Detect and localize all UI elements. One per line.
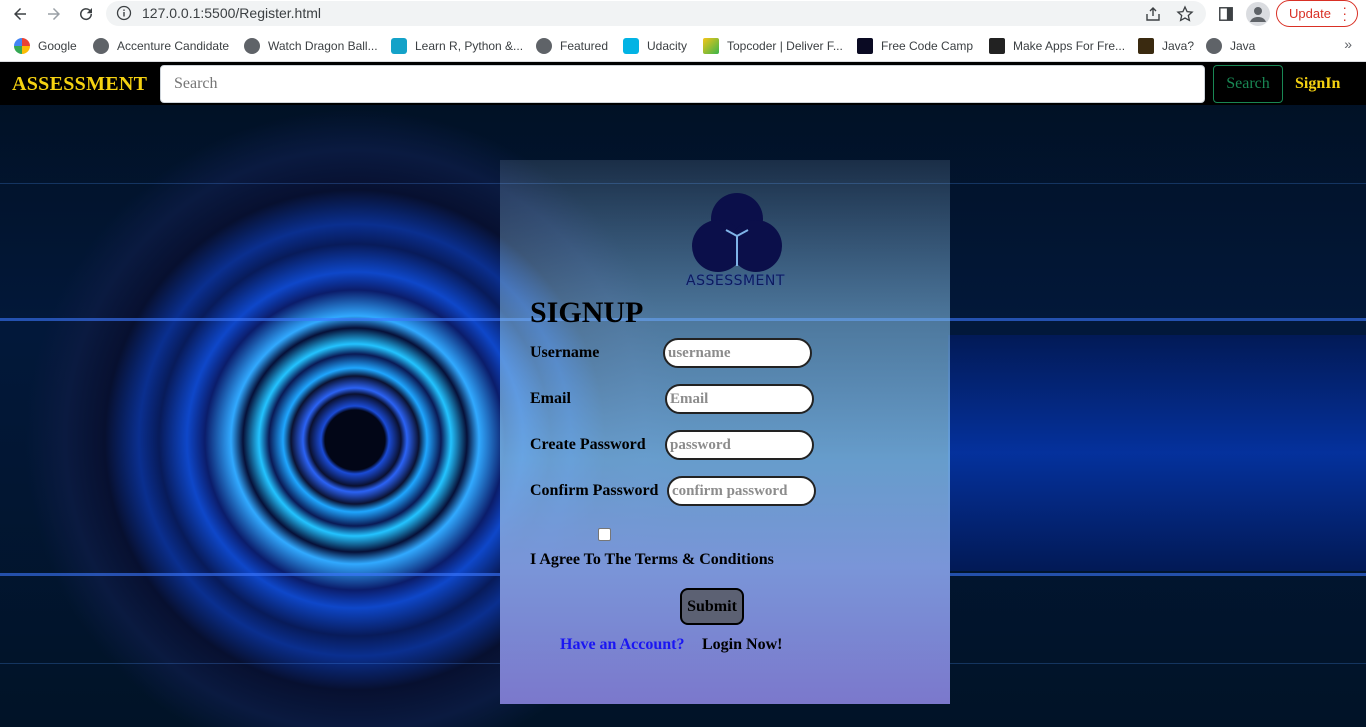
top-navbar: ASSESSMENT Search SignIn	[0, 63, 1366, 105]
have-account-link[interactable]: Have an Account?	[560, 636, 684, 654]
bookmark-label: Google	[38, 39, 77, 53]
create-password-label: Create Password	[530, 436, 646, 453]
bookmark-star-icon[interactable]	[1176, 5, 1194, 23]
bookmark-java-q[interactable]: Java?	[1138, 37, 1194, 55]
circuit-board-graphic	[948, 335, 1366, 571]
bookmark-make-apps[interactable]: Make Apps For Fre...	[989, 37, 1125, 55]
info-icon[interactable]	[116, 5, 132, 21]
bookmark-label: Udacity	[647, 39, 688, 53]
reload-icon[interactable]	[74, 3, 98, 25]
back-icon[interactable]	[8, 3, 32, 25]
update-label: Update	[1289, 6, 1331, 21]
bookmark-label: Topcoder | Deliver F...	[727, 39, 843, 53]
confirm-password-field[interactable]	[667, 476, 816, 506]
terms-checkbox[interactable]	[598, 528, 611, 541]
terms-label: I Agree To The Terms & Conditions	[530, 551, 774, 568]
update-button[interactable]: Update · · ·	[1276, 0, 1358, 27]
bookmarks-bar: Google Accenture Candidate Watch Dragon …	[0, 28, 1366, 62]
globe-icon	[93, 38, 109, 54]
logo-text: ASSESSMENT	[686, 273, 785, 289]
page-title: SIGNUP	[530, 296, 644, 329]
bookmark-google[interactable]: Google	[14, 37, 77, 55]
appinventor-icon	[989, 38, 1005, 54]
page-background: ASSESSMENT Search SignIn ASSESSMENT SIGN…	[0, 63, 1366, 727]
login-now-link[interactable]: Login Now!	[702, 636, 782, 654]
bookmark-label: Learn R, Python &...	[415, 39, 524, 53]
address-bar[interactable]: 127.0.0.1:5500/Register.html	[106, 1, 1206, 26]
bookmark-accenture[interactable]: Accenture Candidate	[93, 37, 229, 55]
username-label: Username	[530, 344, 600, 361]
bookmark-label: Java?	[1162, 39, 1195, 53]
bookmark-freecodecamp[interactable]: Free Code Camp	[857, 37, 973, 55]
share-icon[interactable]	[1144, 5, 1162, 23]
username-field[interactable]	[663, 338, 812, 368]
email-label: Email	[530, 390, 571, 407]
more-vert-icon[interactable]: · · ·	[1342, 0, 1347, 26]
side-panel-icon[interactable]	[1216, 4, 1236, 24]
globe-icon	[1206, 38, 1222, 54]
shield-icon	[391, 38, 407, 54]
signup-panel: ASSESSMENT SIGNUP Username Email Create …	[500, 160, 950, 704]
email-field[interactable]	[665, 384, 814, 414]
bookmark-label: Java	[1230, 39, 1256, 53]
bookmark-featured[interactable]: Featured	[536, 37, 608, 55]
bookmark-java[interactable]: Java	[1206, 37, 1255, 55]
profile-avatar-icon[interactable]	[1246, 2, 1270, 26]
google-icon	[14, 38, 30, 54]
globe-icon	[536, 38, 552, 54]
brand-logo[interactable]: ASSESSMENT	[12, 73, 147, 96]
confirm-password-label: Confirm Password	[530, 482, 659, 499]
bookmark-label: Featured	[560, 39, 609, 53]
bookmark-topcoder[interactable]: Topcoder | Deliver F...	[703, 37, 843, 55]
submit-button[interactable]: Submit	[680, 588, 744, 625]
signin-link[interactable]: SignIn	[1295, 75, 1340, 93]
search-input[interactable]	[160, 65, 1205, 103]
bookmark-learn-r[interactable]: Learn R, Python &...	[391, 37, 523, 55]
bookmark-label: Free Code Camp	[881, 39, 974, 53]
java-icon	[1138, 38, 1154, 54]
freecodecamp-icon	[857, 38, 873, 54]
bookmark-dragon-ball[interactable]: Watch Dragon Ball...	[244, 37, 378, 55]
topcoder-icon	[703, 38, 719, 54]
chevron-right-icon[interactable]: »	[1344, 36, 1352, 52]
search-button[interactable]: Search	[1213, 65, 1283, 103]
udacity-icon	[623, 38, 639, 54]
browser-toolbar: 127.0.0.1:5500/Register.html Update · · ·	[0, 0, 1366, 28]
create-password-field[interactable]	[665, 430, 814, 460]
bookmark-udacity[interactable]: Udacity	[623, 37, 687, 55]
bookmark-label: Make Apps For Fre...	[1013, 39, 1126, 53]
url-text: 127.0.0.1:5500/Register.html	[142, 5, 322, 21]
forward-icon[interactable]	[42, 3, 66, 25]
globe-icon	[244, 38, 260, 54]
bookmark-label: Watch Dragon Ball...	[268, 39, 378, 53]
bookmark-label: Accenture Candidate	[117, 39, 230, 53]
